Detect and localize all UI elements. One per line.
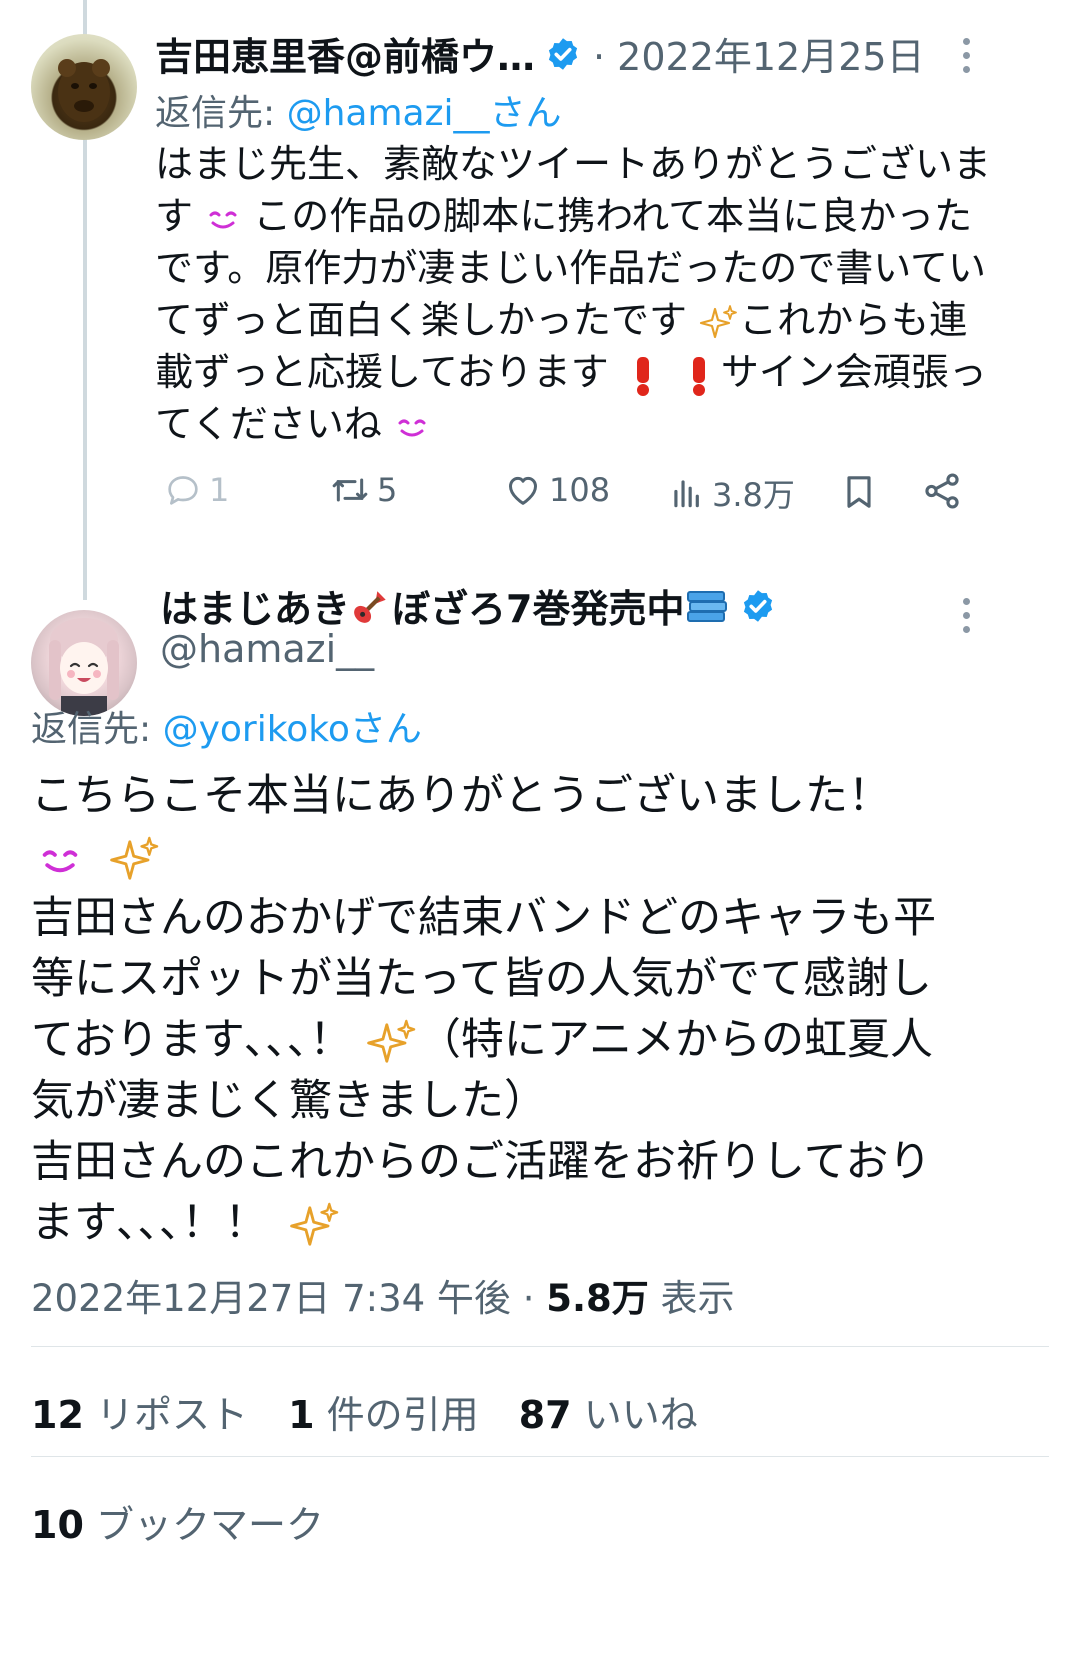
avatar-image <box>58 59 110 122</box>
text-line: てずっと面白く楽しかったです これからも連 <box>155 294 991 346</box>
like-button[interactable]: 108 <box>503 470 610 510</box>
view-label: 表示 <box>648 1277 735 1320</box>
view-count: 5.8万 <box>546 1277 649 1320</box>
reply-to-line: 返信先: @hamazi__さん <box>155 84 561 136</box>
more-options-icon[interactable] <box>960 38 972 78</box>
repost-stat[interactable]: 12 リポスト <box>31 1393 248 1437</box>
text-line: です。原作力が凄まじい作品だったので書いてい <box>155 246 987 290</box>
text-segment: （特にアニメからの虹夏人 <box>417 1015 934 1065</box>
text-line: てくださいね <box>155 398 991 450</box>
views-button[interactable]: 3.8万 <box>668 470 795 516</box>
smiling-face-emoji-icon <box>209 211 237 228</box>
share-icon <box>925 473 959 509</box>
bookmark-button[interactable] <box>839 470 885 514</box>
smiling-face-emoji-icon <box>42 849 78 872</box>
reply-button[interactable]: 1 <box>163 470 229 510</box>
quote-label: 件の引用 <box>314 1393 479 1437</box>
quote-count: 1 <box>288 1393 315 1437</box>
reply-to-mention[interactable]: @hamazi__さん <box>287 93 562 134</box>
timestamp-text[interactable]: 2022年12月27日 7:34 午後 · <box>31 1277 546 1320</box>
like-count: 87 <box>518 1393 572 1437</box>
main-author-row: はまじあき ぼざろ7巻発売中 <box>160 578 776 633</box>
sparkles-emoji-icon <box>290 1202 339 1246</box>
tweet-text: はまじ先生、素敵なツイートありがとうございま す この作品の脚本に携われて本当に… <box>155 138 991 450</box>
text-segment: す <box>155 194 194 238</box>
text-segment: てくださいね <box>155 402 382 446</box>
text-line: 吉田さんのおかげで結束バンドどのキャラも平 <box>31 893 937 943</box>
bookmark-count: 10 <box>31 1503 84 1547</box>
avatar[interactable] <box>31 34 137 140</box>
text-line: 吉田さんのこれからのご活躍をお祈りしており <box>31 1137 932 1187</box>
author-name-suffix[interactable]: ぼざろ7巻発売中 <box>392 578 684 633</box>
reply-to-line: 返信先: @yorikokoさん <box>31 700 422 752</box>
tweet-thread-view: 吉田恵里香@前橋ウ… · 2022年12月25日 返信先: @hamazi__さ… <box>0 0 1080 1667</box>
reply-to-label: 返信先: <box>155 93 287 134</box>
reply-to-mention[interactable]: @yorikokoさん <box>163 709 422 750</box>
repost-button[interactable]: 5 <box>329 470 397 510</box>
text-segment: ております､､､！ <box>31 1015 353 1065</box>
text-segment: これからも連 <box>739 298 968 342</box>
like-label: いいね <box>571 1393 698 1437</box>
text-line: こちらこそ本当にありがとうございました！ <box>31 771 891 821</box>
divider <box>31 1456 1049 1457</box>
repost-label: リポスト <box>83 1393 248 1437</box>
text-line: 等にスポットが当たって皆の人気がでて感謝し <box>31 954 932 1004</box>
reply-bubble-icon <box>168 476 198 505</box>
heart-icon <box>509 476 537 505</box>
more-options-icon[interactable] <box>960 598 972 638</box>
author-handle[interactable]: @hamazi__ <box>160 627 374 671</box>
text-line <box>31 827 936 888</box>
books-emoji-icon <box>687 590 728 622</box>
bookmark-stats: 10 ブックマーク <box>31 1494 352 1549</box>
text-segment: 載ずっと応援しております <box>155 350 609 394</box>
tweet-timestamp: 2022年12月27日 7:34 午後 · 5.8万 表示 <box>31 1268 735 1322</box>
smiling-face-emoji-icon <box>398 419 426 436</box>
quote-stat[interactable]: 1 件の引用 <box>288 1393 479 1437</box>
like-stat[interactable]: 87 いいね <box>519 1393 698 1437</box>
exclamation-emoji-icon <box>636 356 649 396</box>
verified-badge-icon <box>548 37 578 70</box>
verified-badge-icon <box>744 589 773 622</box>
text-line: ます､､､！！ <box>31 1193 936 1254</box>
author-name[interactable]: 吉田恵里香@前橋ウ… <box>155 26 535 81</box>
text-line: す この作品の脚本に携われて本当に良かった <box>155 190 991 242</box>
bookmark-stat[interactable]: 10 ブックマーク <box>31 1503 324 1547</box>
divider <box>31 1346 1049 1347</box>
reply-count: 1 <box>209 471 230 509</box>
text-segment: サイン会頑張っ <box>720 350 987 394</box>
repost-count: 12 <box>31 1393 84 1437</box>
bookmark-label: ブックマーク <box>83 1503 324 1547</box>
share-button[interactable] <box>921 470 969 512</box>
engagement-stats: 12 リポスト 1 件の引用 87 いいね <box>31 1384 726 1439</box>
tweet-action-bar: 1 5 108 3.8万 <box>163 470 1023 526</box>
view-count: 3.8万 <box>712 476 795 514</box>
repost-count: 5 <box>377 471 398 509</box>
author-name[interactable]: はまじあき <box>160 578 350 633</box>
text-line: 載ずっと応援しております サイン会頑張っ <box>155 346 991 398</box>
reply-to-label: 返信先: <box>31 709 163 750</box>
repost-icon <box>332 478 368 502</box>
text-line: ております､､､！ （特にアニメからの虹夏人 <box>31 1010 936 1071</box>
text-line: はまじ先生、素敵なツイートありがとうございま <box>155 142 992 186</box>
tweet-date[interactable]: · 2022年12月25日 <box>593 26 925 81</box>
text-segment: てずっと面白く楽しかったです <box>155 298 688 342</box>
text-line: 気が凄まじく驚きました） <box>31 1076 547 1126</box>
like-count: 108 <box>549 471 611 509</box>
text-segment: ます､､､！！ <box>31 1198 268 1248</box>
views-chart-icon <box>674 480 699 508</box>
exclamation-emoji-icon <box>692 356 705 396</box>
sparkles-emoji-icon <box>109 836 158 880</box>
text-segment: この作品の脚本に携われて本当に良かった <box>253 194 973 238</box>
tweet-text: こちらこそ本当にありがとうございました！ 吉田さんのおかげで結束バンドどのキャラ… <box>31 766 936 1254</box>
bookmark-icon <box>847 476 871 508</box>
sparkles-emoji-icon <box>367 1019 416 1063</box>
guitar-emoji-icon <box>354 590 386 623</box>
reply-author-row: 吉田恵里香@前橋ウ… · 2022年12月25日 <box>155 26 925 81</box>
sparkles-emoji-icon <box>700 304 738 338</box>
